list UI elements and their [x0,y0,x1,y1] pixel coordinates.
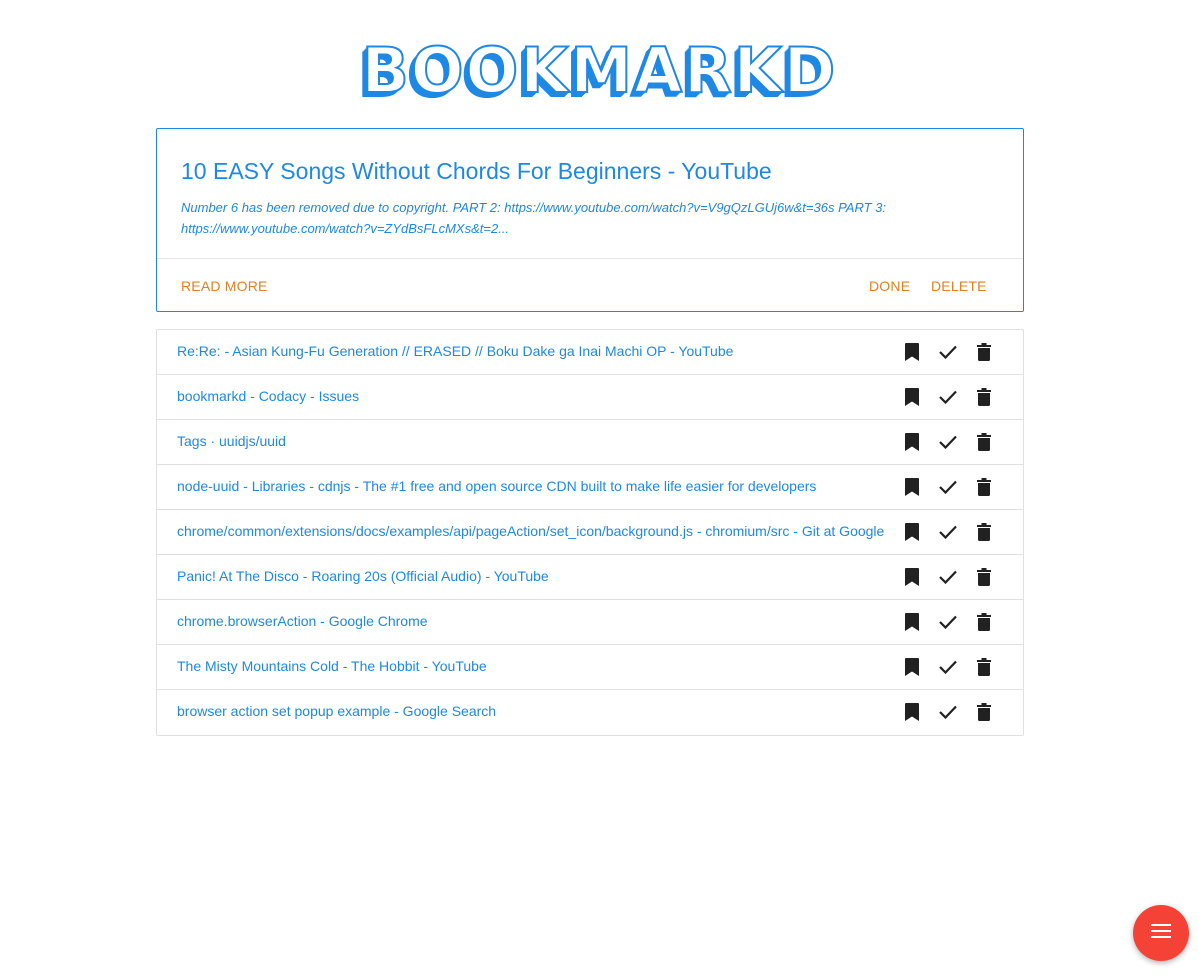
read-more-button[interactable]: READ MORE [181,278,268,294]
bookmark-icon[interactable] [901,431,923,453]
delete-button[interactable]: DELETE [931,278,987,294]
check-icon[interactable] [937,521,959,543]
row-actions [901,566,995,588]
bookmark-row: Re:Re: - Asian Kung-Fu Generation // ERA… [157,330,1023,375]
bookmark-link[interactable]: chrome.browserAction - Google Chrome [177,613,428,629]
bookmark-row: bookmarkd - Codacy - Issues [157,375,1023,420]
check-icon[interactable] [937,341,959,363]
row-actions [901,701,995,723]
menu-icon [1151,923,1171,943]
bookmark-row: chrome.browserAction - Google Chrome [157,600,1023,645]
bookmark-row: The Misty Mountains Cold - The Hobbit - … [157,645,1023,690]
bookmark-icon[interactable] [901,566,923,588]
check-icon[interactable] [937,431,959,453]
bookmark-link[interactable]: Tags · uuidjs/uuid [177,433,286,449]
bookmark-link[interactable]: Re:Re: - Asian Kung-Fu Generation // ERA… [177,343,733,359]
row-actions [901,611,995,633]
bookmark-icon[interactable] [901,386,923,408]
featured-title[interactable]: 10 EASY Songs Without Chords For Beginne… [181,157,999,185]
trash-icon[interactable] [973,476,995,498]
bookmark-icon[interactable] [901,656,923,678]
bookmark-row: Tags · uuidjs/uuid [157,420,1023,465]
trash-icon[interactable] [973,701,995,723]
featured-description: Number 6 has been removed due to copyrig… [181,200,887,236]
bookmark-link[interactable]: Panic! At The Disco - Roaring 20s (Offic… [177,568,549,584]
bookmark-row: browser action set popup example - Googl… [157,690,1023,735]
trash-icon[interactable] [973,521,995,543]
row-actions [901,476,995,498]
check-icon[interactable] [937,701,959,723]
bookmark-row: chrome/common/extensions/docs/examples/a… [157,510,1023,555]
row-actions [901,656,995,678]
row-actions [901,521,995,543]
card-actions: READ MORE DONE DELETE [157,259,1023,312]
row-actions [901,386,995,408]
bookmark-icon[interactable] [901,611,923,633]
bookmark-row: node-uuid - Libraries - cdnjs - The #1 f… [157,465,1023,510]
bookmark-icon[interactable] [901,701,923,723]
check-icon[interactable] [937,566,959,588]
check-icon[interactable] [937,386,959,408]
trash-icon[interactable] [973,341,995,363]
bookmark-link[interactable]: The Misty Mountains Cold - The Hobbit - … [177,658,487,674]
bookmark-link[interactable]: browser action set popup example - Googl… [177,703,496,719]
trash-icon[interactable] [973,656,995,678]
row-actions [901,341,995,363]
trash-icon[interactable] [973,386,995,408]
featured-bookmark-card: 10 EASY Songs Without Chords For Beginne… [156,128,1024,312]
menu-fab-button[interactable] [1133,905,1189,961]
check-icon[interactable] [937,656,959,678]
bookmark-link[interactable]: node-uuid - Libraries - cdnjs - The #1 f… [177,478,816,494]
card-content: 10 EASY Songs Without Chords For Beginne… [157,129,1023,259]
page: BOOKMARKD 10 EASY Songs Without Chords F… [0,0,1199,975]
bookmark-icon[interactable] [901,341,923,363]
logo: BOOKMARKD [0,34,1199,107]
bookmark-icon[interactable] [901,521,923,543]
done-button[interactable]: DONE [869,278,910,294]
bookmark-list: Re:Re: - Asian Kung-Fu Generation // ERA… [156,329,1024,736]
bookmark-link[interactable]: chrome/common/extensions/docs/examples/a… [177,523,884,539]
bookmark-row: Panic! At The Disco - Roaring 20s (Offic… [157,555,1023,600]
trash-icon[interactable] [973,611,995,633]
trash-icon[interactable] [973,566,995,588]
check-icon[interactable] [937,476,959,498]
check-icon[interactable] [937,611,959,633]
trash-icon[interactable] [973,431,995,453]
row-actions [901,431,995,453]
bookmark-icon[interactable] [901,476,923,498]
bookmark-link[interactable]: bookmarkd - Codacy - Issues [177,388,359,404]
logo-text: BOOKMARKD [361,34,838,107]
